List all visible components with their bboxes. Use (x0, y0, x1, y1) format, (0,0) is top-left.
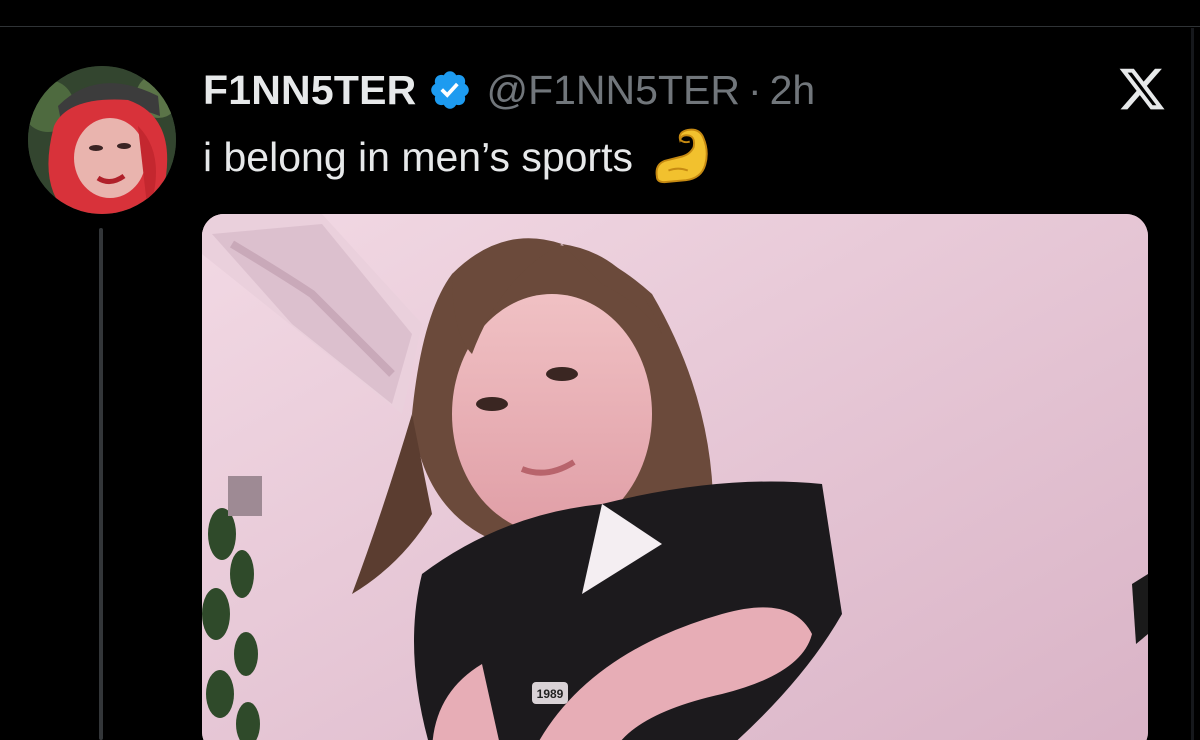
tweet-screen: F1NN5TER @F1NN5TER · 2h i belong in men’… (0, 0, 1200, 740)
shirt-crest-text: 1989 (537, 687, 564, 701)
avatar[interactable] (28, 66, 176, 214)
post-timestamp[interactable]: 2h (770, 67, 816, 114)
thread-line (99, 228, 103, 740)
post-text-row: i belong in men’s sports (203, 128, 713, 186)
post-header: F1NN5TER @F1NN5TER · 2h (203, 64, 815, 116)
x-logo-icon (1119, 68, 1165, 110)
flexed-biceps-icon (655, 128, 708, 184)
separator-dot: · (747, 66, 762, 113)
scroll-edge (1191, 28, 1194, 740)
display-name[interactable]: F1NN5TER (203, 67, 416, 114)
user-handle[interactable]: @F1NN5TER (486, 67, 740, 114)
post-media[interactable]: 1989 (202, 214, 1148, 740)
post-text: i belong in men’s sports (203, 133, 633, 180)
verified-badge-icon (431, 71, 470, 109)
top-divider (0, 26, 1200, 27)
